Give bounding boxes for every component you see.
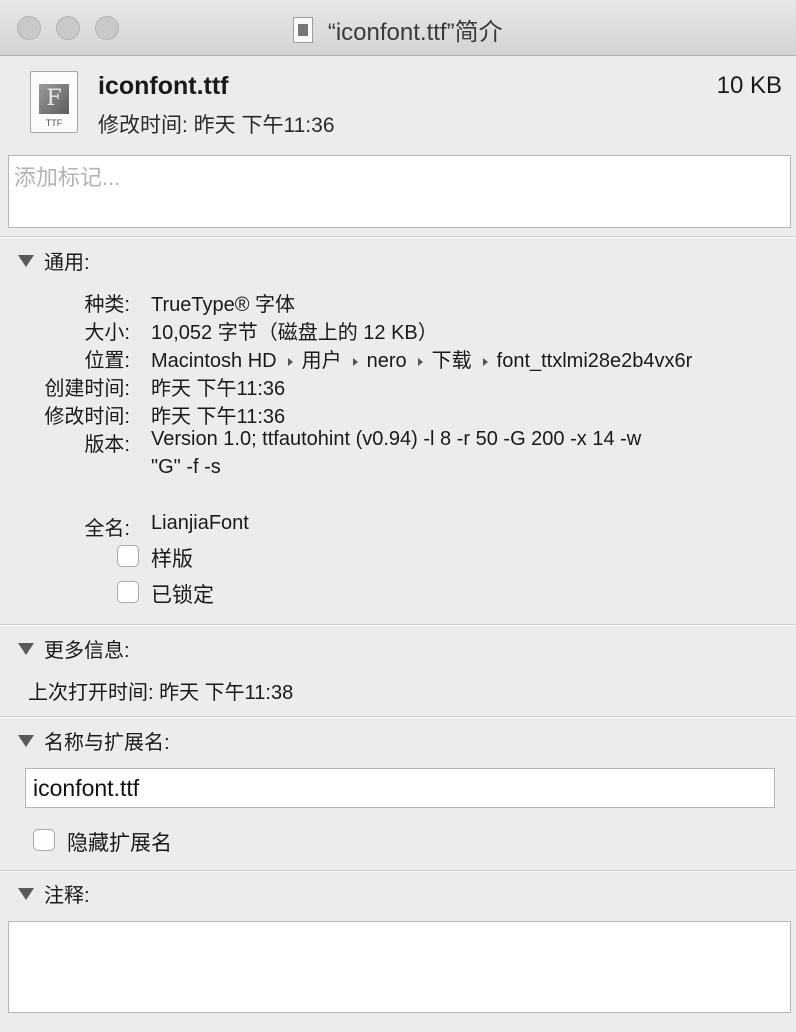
divider xyxy=(0,870,796,872)
font-file-icon xyxy=(293,16,314,43)
hide-extension-label: 隐藏扩展名 xyxy=(67,832,172,855)
file-name: iconfont.ttf xyxy=(98,72,229,100)
path-item[interactable]: nero xyxy=(367,350,407,372)
version-value-line1: Version 1.0; ttfautohint (v0.94) -l 8 -r… xyxy=(151,428,642,450)
locked-label: 已锁定 xyxy=(151,584,214,607)
tags-input[interactable] xyxy=(9,158,790,198)
name-input[interactable] xyxy=(26,769,774,807)
fullname-label: 全名: xyxy=(84,518,130,540)
divider xyxy=(0,624,796,626)
window-title: “iconfont.ttf”简介 xyxy=(0,12,796,46)
section-more-info-toggle[interactable]: 更多信息: xyxy=(18,634,130,663)
disclosure-triangle-icon[interactable] xyxy=(18,642,34,655)
tags-field[interactable] xyxy=(8,155,791,228)
path-item[interactable]: Macintosh HD xyxy=(151,350,277,372)
disclosure-triangle-icon[interactable] xyxy=(18,887,34,900)
section-comments-toggle[interactable]: 注释: xyxy=(18,879,90,908)
file-modified: 修改时间: 昨天 下午11:36 xyxy=(98,114,335,137)
section-name-ext-toggle[interactable]: 名称与扩展名: xyxy=(18,726,170,755)
path-item[interactable]: font_ttxlmi28e2b4vx6r xyxy=(497,350,693,372)
get-info-window: “iconfont.ttf”简介 F TTF iconfont.ttf 10 K… xyxy=(0,0,796,1032)
divider xyxy=(0,716,796,718)
size-value: 10,052 字节（磁盘上的 12 KB） xyxy=(151,322,438,344)
path-arrow-icon xyxy=(482,357,488,366)
comments-input[interactable] xyxy=(9,922,790,1012)
modified-label: 修改时间: xyxy=(44,406,130,428)
fullname-value: LianjiaFont xyxy=(151,512,249,534)
window-title-text: “iconfont.ttf”简介 xyxy=(327,19,503,46)
disclosure-triangle-icon[interactable] xyxy=(18,734,34,747)
disclosure-triangle-icon[interactable] xyxy=(18,254,34,267)
created-label: 创建时间: xyxy=(44,378,130,400)
hide-extension-checkbox[interactable] xyxy=(33,829,55,851)
version-label: 版本: xyxy=(84,434,130,456)
where-label: 位置: xyxy=(84,350,130,372)
modified-value: 昨天 下午11:36 xyxy=(151,406,286,428)
path-arrow-icon xyxy=(417,357,423,366)
created-value: 昨天 下午11:36 xyxy=(151,378,286,400)
where-path: Macintosh HD 用户 nero 下载 font_ttxlmi28e2b4vx6… xyxy=(151,344,692,373)
last-opened: 上次打开时间: 昨天 下午11:38 xyxy=(28,682,294,704)
kind-label: 种类: xyxy=(84,294,130,316)
kind-value: TrueType® 字体 xyxy=(151,294,296,316)
path-item[interactable]: 用户 xyxy=(302,350,342,372)
ttf-file-icon: F TTF xyxy=(30,71,78,133)
locked-checkbox[interactable] xyxy=(117,581,139,603)
stationery-label: 样版 xyxy=(151,548,193,571)
file-size: 10 KB xyxy=(716,72,782,99)
comments-field[interactable] xyxy=(8,921,791,1013)
divider xyxy=(0,236,796,238)
name-field[interactable] xyxy=(25,768,775,808)
file-icon-ext: TTF xyxy=(45,118,63,128)
size-label: 大小: xyxy=(84,322,130,344)
path-arrow-icon xyxy=(352,357,358,366)
path-item[interactable]: 下载 xyxy=(432,350,472,372)
font-glyph-icon: F xyxy=(39,84,69,114)
title-bar[interactable]: “iconfont.ttf”简介 xyxy=(0,0,796,56)
path-arrow-icon xyxy=(287,357,293,366)
stationery-checkbox[interactable] xyxy=(117,545,139,567)
section-general-toggle[interactable]: 通用: xyxy=(18,246,90,275)
version-value-line2: "G" -f -s xyxy=(151,456,221,478)
